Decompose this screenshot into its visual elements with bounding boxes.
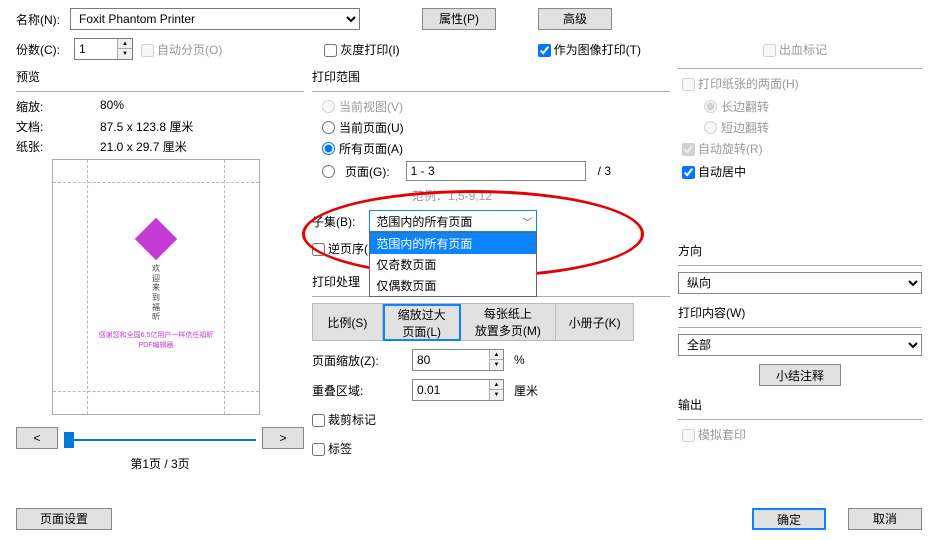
grayscale-checkbox[interactable]: 灰度打印(I) <box>324 41 399 58</box>
zoom-label: 缩放: <box>16 98 100 115</box>
short-edge-radio: 短边翻转 <box>704 119 922 136</box>
long-edge-radio: 长边翻转 <box>704 98 922 115</box>
as-image-checkbox[interactable]: 作为图像打印(T) <box>538 41 641 58</box>
overlap-unit: 厘米 <box>514 382 538 399</box>
pages-label: 页面(G): <box>345 163 390 180</box>
what-title: 打印内容(W) <box>678 304 922 321</box>
overlap-input[interactable] <box>413 380 489 400</box>
printer-select[interactable]: Foxit Phantom Printer <box>70 8 360 30</box>
copies-label: 份数(C): <box>16 41 60 58</box>
preview-prev-button[interactable]: < <box>16 427 58 449</box>
orientation-select[interactable]: 纵向 <box>678 272 922 294</box>
cancel-button[interactable]: 取消 <box>848 508 922 530</box>
preview-title: 预览 <box>16 68 304 85</box>
chevron-down-icon: ﹀ <box>522 214 532 229</box>
printer-name-label: 名称(N): <box>16 11 60 28</box>
pages-input[interactable] <box>406 161 586 181</box>
tab-fit[interactable]: 缩放过大 页面(L) <box>383 304 461 341</box>
copies-spin-buttons[interactable]: ▲▼ <box>117 39 132 59</box>
handling-tabs[interactable]: 比例(S) 缩放过大 页面(L) 每张纸上 放置多页(M) 小册子(K) <box>312 303 634 341</box>
range-title: 打印范围 <box>312 68 670 85</box>
radio-current-page[interactable]: 当前页面(U) <box>322 119 670 136</box>
tab-multi[interactable]: 每张纸上 放置多页(M) <box>461 304 557 341</box>
tags-checkbox[interactable]: 标签 <box>312 442 352 456</box>
preview-page-thumb: 欢迎来到福昕 感谢您和全国6.5亿用户一样信任福昕PDF编辑器 <box>87 182 225 392</box>
preview-canvas: 欢迎来到福昕 感谢您和全国6.5亿用户一样信任福昕PDF编辑器 <box>52 159 260 415</box>
simulate-overprint-checkbox: 模拟套印 <box>682 428 746 442</box>
doc-value: 87.5 x 123.8 厘米 <box>100 118 193 135</box>
collate-checkbox: 自动分页(O) <box>141 41 222 58</box>
overlap-spinner[interactable]: ▲▼ <box>412 379 504 401</box>
orientation-title: 方向 <box>678 242 922 259</box>
subset-option-all[interactable]: 范围内的所有页面 <box>370 233 536 254</box>
properties-button[interactable]: 属性(P) <box>422 8 496 30</box>
page-zoom-input[interactable] <box>413 350 489 370</box>
subset-option-odd[interactable]: 仅奇数页面 <box>370 254 536 275</box>
tab-scale[interactable]: 比例(S) <box>313 304 383 341</box>
summarize-comments-button[interactable]: 小结注释 <box>759 364 841 386</box>
page-indicator: 第1页 / 3页 <box>16 455 304 472</box>
subset-combo-list[interactable]: 范围内的所有页面 仅奇数页面 仅偶数页面 <box>369 232 537 297</box>
subset-combo[interactable]: 范围内的所有页面﹀ 范围内的所有页面 仅奇数页面 仅偶数页面 <box>369 210 537 232</box>
both-sides-checkbox: 打印纸张的两面(H) <box>682 77 799 91</box>
advanced-button[interactable]: 高级 <box>538 8 612 30</box>
crop-checkbox[interactable]: 裁剪标记 <box>312 413 376 427</box>
pages-total: / 3 <box>598 164 611 178</box>
radio-pages[interactable]: 页面(G): / 3 <box>322 161 670 181</box>
tab-booklet[interactable]: 小册子(K) <box>556 304 634 341</box>
subset-label: 子集(B): <box>312 213 355 230</box>
paper-value: 21.0 x 29.7 厘米 <box>100 138 187 155</box>
overlap-label: 重叠区域: <box>312 382 402 399</box>
preview-slider[interactable] <box>64 432 256 445</box>
pages-example: 范例：1,5-9,12 <box>412 187 670 204</box>
preview-next-button[interactable]: > <box>262 427 304 449</box>
page-zoom-unit: % <box>514 353 525 367</box>
auto-center-checkbox[interactable]: 自动居中 <box>682 165 746 179</box>
ok-button[interactable]: 确定 <box>752 508 826 530</box>
page-zoom-label: 页面缩放(Z): <box>312 352 402 369</box>
output-title: 输出 <box>678 396 922 413</box>
page-zoom-spinner[interactable]: ▲▼ <box>412 349 504 371</box>
radio-all-pages[interactable]: 所有页面(A) <box>322 140 670 157</box>
paper-label: 纸张: <box>16 138 100 155</box>
copies-input[interactable] <box>75 39 117 59</box>
copies-spinner[interactable]: ▲▼ <box>74 38 133 60</box>
zoom-value: 80% <box>100 98 124 115</box>
subset-option-even[interactable]: 仅偶数页面 <box>370 275 536 296</box>
page-setup-button[interactable]: 页面设置 <box>16 508 112 530</box>
bleed-checkbox: 出血标记 <box>763 41 827 58</box>
subset-combo-face[interactable]: 范围内的所有页面﹀ <box>369 210 537 232</box>
doc-label: 文档: <box>16 118 100 135</box>
print-what-select[interactable]: 全部 <box>678 334 922 356</box>
radio-current-view: 当前视图(V) <box>322 98 670 115</box>
auto-rotate-checkbox: 自动旋转(R) <box>682 142 763 156</box>
